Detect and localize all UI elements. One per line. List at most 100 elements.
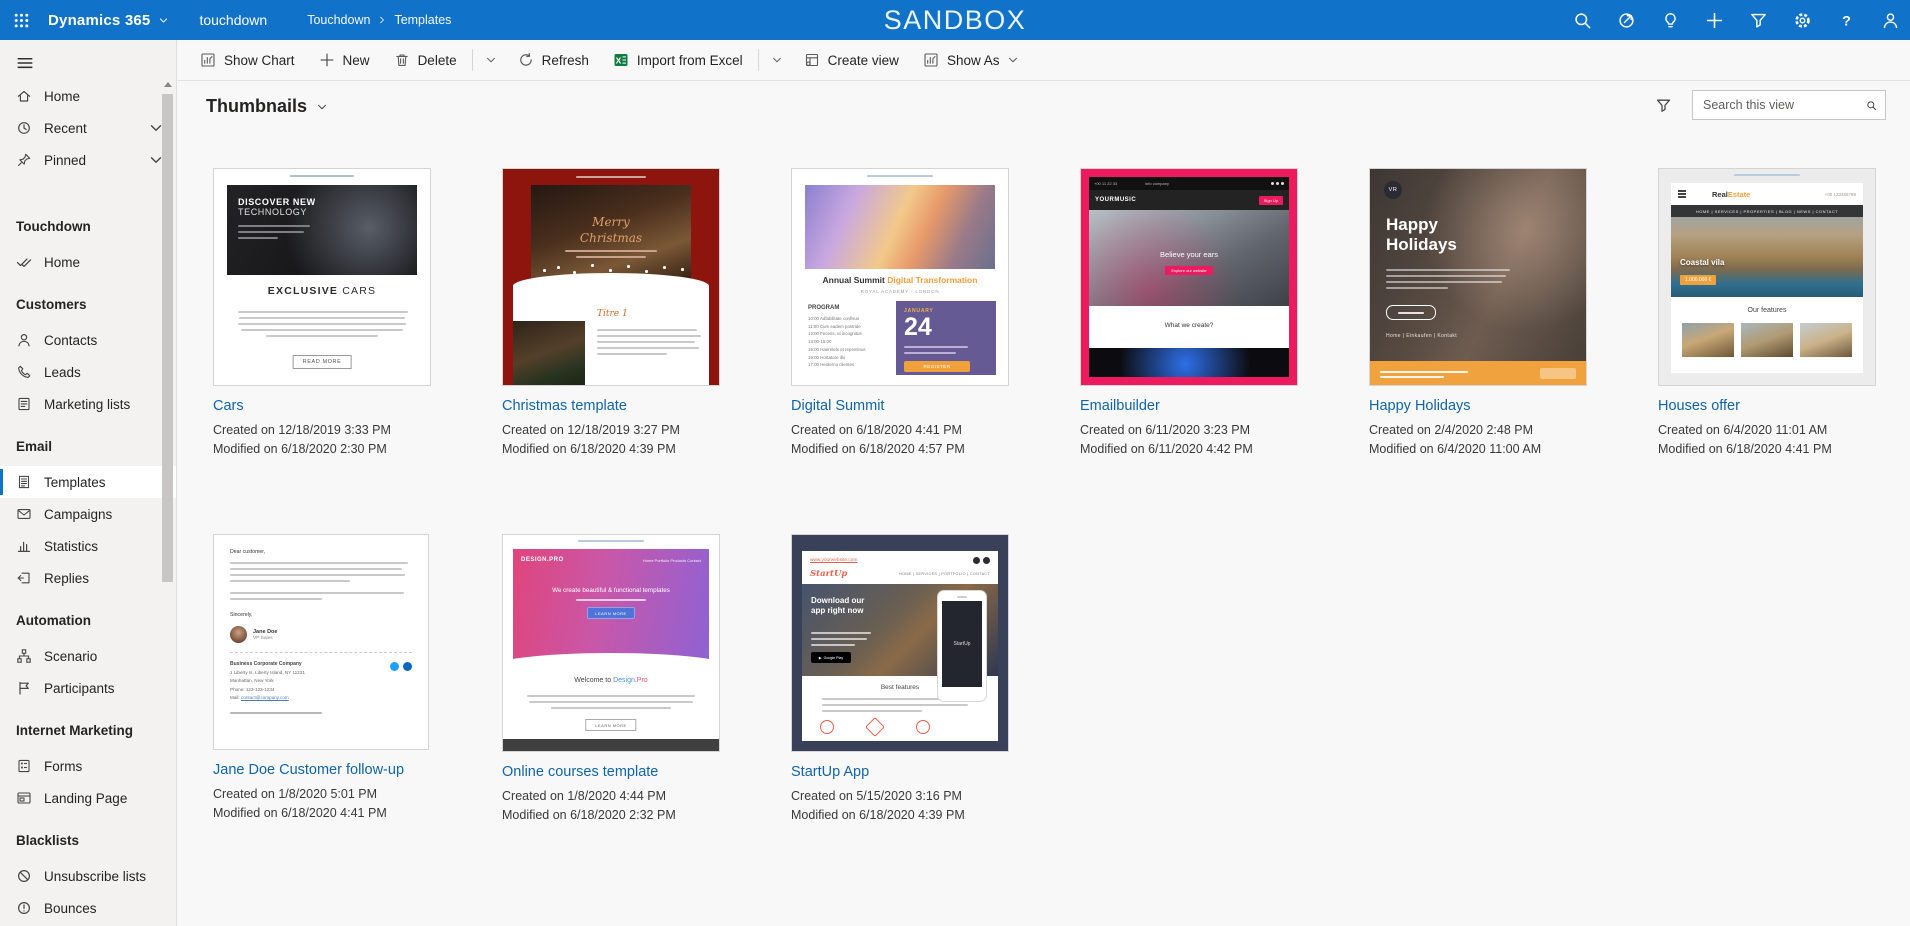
- template-thumbnail[interactable]: Dear customer, Sincerely,: [213, 534, 429, 750]
- sidebar-item-participants[interactable]: Participants: [0, 672, 176, 704]
- text-line: [527, 695, 695, 697]
- template-title-link[interactable]: Digital Summit: [791, 398, 884, 414]
- template-thumbnail[interactable]: VR HappyHolidays Home | Einkaufen | Kont…: [1369, 168, 1587, 386]
- app-launcher-button[interactable]: [0, 0, 42, 40]
- template-title-link[interactable]: Online courses template: [502, 764, 658, 780]
- template-title-link[interactable]: Emailbuilder: [1080, 398, 1160, 414]
- schedule-line: 12:00 Feceris, ut incognitus: [808, 330, 892, 338]
- settings-gear-icon[interactable]: [1793, 11, 1812, 30]
- template-title-link[interactable]: Happy Holidays: [1369, 398, 1471, 414]
- text-line: [230, 574, 405, 576]
- template-thumbnail[interactable]: DESIGN.PRO Home Portfolio Products Conta…: [502, 534, 720, 752]
- sidebar-item-replies[interactable]: Replies: [0, 562, 176, 594]
- view-selector[interactable]: Thumbnails: [206, 96, 328, 117]
- sidebar-item-touchdown-home[interactable]: Home: [0, 246, 176, 278]
- sidebar-item-home[interactable]: Home: [0, 80, 176, 112]
- template-thumbnail[interactable]: www.yourwebsite.com StartUp HOME | SERVI…: [791, 534, 1009, 752]
- thumb-section-title: Titre 1: [597, 309, 628, 319]
- thumb-subhead: ROYAL ACADEMY - LONDON: [792, 289, 1008, 294]
- help-icon[interactable]: [1837, 11, 1856, 30]
- template-thumbnail[interactable]: Annual Summit Digital Transformation ROY…: [791, 168, 1009, 386]
- scrollbar-up-arrow[interactable]: [164, 82, 172, 87]
- delete-split-chevron[interactable]: [476, 45, 506, 75]
- new-button[interactable]: New: [307, 45, 382, 75]
- sidebar-item-statistics[interactable]: Statistics: [0, 530, 176, 562]
- home-icon: [16, 88, 32, 104]
- scrollbar-thumb[interactable]: [162, 94, 173, 582]
- thumb-inner: www.yourwebsite.com StartUp HOME | SERVI…: [802, 551, 998, 741]
- template-modified: Modified on 6/18/2020 2:30 PM: [213, 442, 431, 456]
- text-line: [867, 175, 933, 177]
- org-name[interactable]: touchdown: [199, 12, 267, 28]
- sidebar-item-contacts[interactable]: Contacts: [0, 324, 176, 356]
- thumb-paragraph: [238, 307, 406, 337]
- delete-button[interactable]: Delete: [382, 45, 469, 75]
- address-line: 1 Liberty Is, Liberty Island, NY 11231: [230, 669, 412, 677]
- import-split-chevron[interactable]: [762, 45, 792, 75]
- filter-funnel-icon[interactable]: [1655, 97, 1672, 114]
- template-title-link[interactable]: Cars: [213, 398, 244, 414]
- text-line: [238, 311, 408, 313]
- template-title-link[interactable]: Christmas template: [502, 398, 627, 414]
- import-excel-button[interactable]: Import from Excel: [601, 45, 755, 75]
- form-icon: [16, 758, 32, 774]
- social-icons: [390, 662, 412, 671]
- template-title-link[interactable]: Jane Doe Customer follow-up: [213, 762, 404, 778]
- template-created: Created on 2/4/2020 2:48 PM: [1369, 423, 1587, 437]
- thumb-signature: Jane Doe VP Sales: [230, 626, 412, 643]
- lightbulb-icon[interactable]: [1661, 11, 1680, 30]
- thumb-subhead: EXCLUSIVE CARS: [214, 285, 430, 297]
- breadcrumb-area[interactable]: Touchdown: [307, 13, 370, 27]
- schedule-line: 16:00 Hortatore illo: [808, 354, 892, 362]
- sidebar-item-pinned[interactable]: Pinned: [0, 144, 176, 176]
- sidebar-scrollbar[interactable]: [161, 76, 175, 926]
- template-thumbnail[interactable]: RealEstate +00 123456789 HOME | SERVICES…: [1658, 168, 1876, 386]
- show-chart-button[interactable]: Show Chart: [188, 45, 307, 75]
- account-icon[interactable]: [1881, 11, 1900, 30]
- template-thumbnail[interactable]: DISCOVER NEW TECHNOLOGY EXCLUSIVE CARS: [213, 168, 431, 386]
- create-view-button[interactable]: Create view: [792, 45, 911, 75]
- template-thumbnail[interactable]: +00 11 22 33 info company YOURMUSIC Sign…: [1080, 168, 1298, 386]
- create-view-icon: [804, 52, 820, 68]
- thumb-section-title: Our features: [1671, 307, 1863, 314]
- template-modified: Modified on 6/4/2020 11:00 AM: [1369, 442, 1587, 456]
- refresh-button[interactable]: Refresh: [506, 45, 601, 75]
- block-icon: [16, 868, 32, 884]
- sidebar-item-templates[interactable]: Templates: [0, 466, 176, 498]
- chevron-down-icon: [485, 54, 497, 66]
- show-as-button[interactable]: Show As: [911, 45, 1032, 75]
- sidebar-item-unsubscribe-lists[interactable]: Unsubscribe lists: [0, 860, 176, 892]
- schedule-line: 11:00 Cum eadem postride: [808, 323, 892, 331]
- search-icon[interactable]: [1866, 98, 1877, 113]
- sitemap-toggle-button[interactable]: [16, 54, 34, 72]
- thumb-nav: HOME | SERVICES | PROPERTIES | BLOG | NE…: [1671, 205, 1863, 217]
- text-line: [230, 598, 322, 600]
- sidebar-item-campaigns[interactable]: Campaigns: [0, 498, 176, 530]
- sidebar-item-scenario[interactable]: Scenario: [0, 640, 176, 672]
- sidebar-item-leads[interactable]: Leads: [0, 356, 176, 388]
- sidebar-item-forms[interactable]: Forms: [0, 750, 176, 782]
- search-input[interactable]: [1701, 97, 1866, 113]
- plus-icon[interactable]: [1705, 11, 1724, 30]
- template-created: Created on 1/8/2020 5:01 PM: [213, 787, 431, 801]
- template-card-cars: DISCOVER NEW TECHNOLOGY EXCLUSIVE CARS: [213, 168, 431, 456]
- text-line: [230, 562, 408, 564]
- filter-funnel-icon[interactable]: [1749, 11, 1768, 30]
- template-title-link[interactable]: StartUp App: [791, 764, 869, 780]
- sidebar-item-marketing-lists[interactable]: Marketing lists: [0, 388, 176, 420]
- template-title-link[interactable]: Houses offer: [1658, 398, 1740, 414]
- clock-icon: [16, 120, 32, 136]
- thumb-hero-image: DESIGN.PRO Home Portfolio Products Conta…: [513, 549, 709, 667]
- breadcrumb-current[interactable]: Templates: [394, 13, 451, 27]
- sidebar-item-bounces[interactable]: Bounces: [0, 892, 176, 924]
- text-line: [238, 231, 304, 233]
- sidebar-item-recent[interactable]: Recent: [0, 112, 176, 144]
- app-title-menu[interactable]: Dynamics 365: [48, 12, 169, 29]
- template-thumbnail[interactable]: MerryChristmas Titre 1: [502, 168, 720, 386]
- thumb-nav: HOME | SERVICES | PORTFOLIO | CONTACT: [899, 572, 990, 576]
- sidebar-item-landing-page[interactable]: Landing Page: [0, 782, 176, 814]
- twitter-icon: [390, 662, 399, 671]
- compass-icon[interactable]: [1617, 11, 1636, 30]
- text-line: [239, 317, 405, 319]
- search-icon[interactable]: [1573, 11, 1592, 30]
